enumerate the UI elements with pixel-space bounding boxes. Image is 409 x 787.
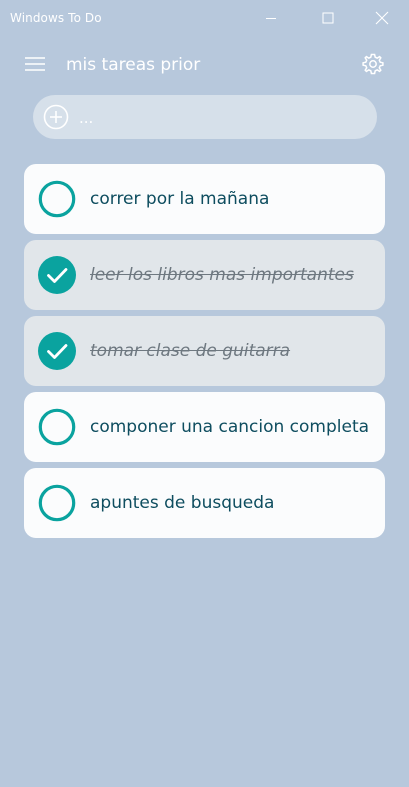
unchecked-circle-icon[interactable] <box>38 484 76 522</box>
task-item[interactable]: tomar clase de guitarra <box>24 316 385 386</box>
checked-circle-icon[interactable] <box>38 256 76 294</box>
gear-icon[interactable] <box>360 51 386 77</box>
app-header: mis tareas prior <box>0 44 409 86</box>
unchecked-circle-icon[interactable] <box>38 408 76 446</box>
hamburger-menu-icon[interactable] <box>24 56 46 72</box>
maximize-icon <box>322 12 334 24</box>
task-item[interactable]: correr por la mañana <box>24 164 385 234</box>
task-label: correr por la mañana <box>90 189 270 209</box>
task-label: apuntes de busqueda <box>90 493 275 513</box>
task-item[interactable]: apuntes de busqueda <box>24 468 385 538</box>
add-circle-icon[interactable] <box>43 104 69 130</box>
maximize-button[interactable] <box>305 0 351 36</box>
task-label: componer una cancion completa <box>90 417 370 437</box>
minimize-button[interactable] <box>248 0 294 36</box>
page-title: mis tareas prior <box>66 55 201 75</box>
task-item[interactable]: leer los libros mas importantes <box>24 240 385 310</box>
window-title: Windows To Do <box>10 11 102 25</box>
add-task-bar[interactable] <box>33 95 377 139</box>
task-label: leer los libros mas importantes <box>90 265 354 285</box>
close-button[interactable] <box>359 0 405 36</box>
add-task-input[interactable] <box>77 103 369 133</box>
unchecked-circle-icon[interactable] <box>38 180 76 218</box>
minimize-icon <box>266 18 276 19</box>
task-item[interactable]: componer una cancion completa <box>24 392 385 462</box>
title-bar: Windows To Do <box>0 0 409 36</box>
task-label: tomar clase de guitarra <box>90 341 291 361</box>
close-icon <box>375 11 389 25</box>
checked-circle-icon[interactable] <box>38 332 76 370</box>
